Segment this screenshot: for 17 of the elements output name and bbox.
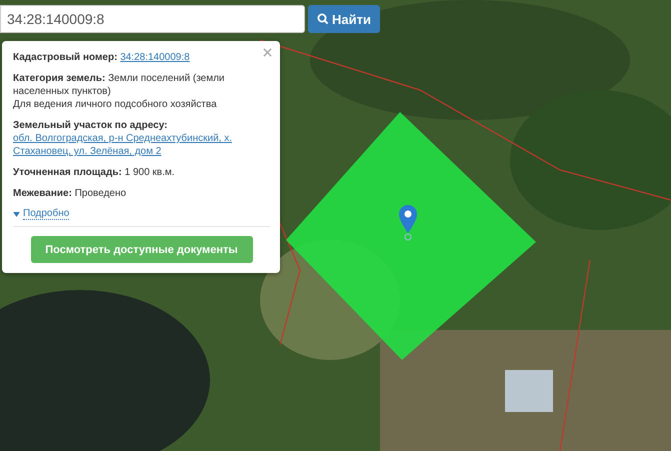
search-icon [317,13,329,25]
documents-button[interactable]: Посмотреть доступные документы [30,236,252,263]
info-line: Земельный участок по адресу: обл. Волгоградская, р-н Среднеахтубинский, х. Стахановец, ул. Зелёная, дом 2 [13,119,270,158]
close-icon[interactable] [263,48,272,57]
info-link[interactable]: обл. Волгоградская, р-н Среднеахтубинский, х. Стахановец, ул. Зелёная, дом 2 [13,132,270,158]
map-pin-icon[interactable] [398,205,418,241]
info-line: Кадастровый номер: 34:28:140009:8 [13,51,190,64]
info-line: Межевание: Проведено [13,187,126,200]
search-button[interactable]: Найти [308,5,380,33]
info-line: Уточненная площадь: 1 900 кв.м. [13,166,175,179]
search-field[interactable]: 34:28:140009:8 [0,5,305,33]
details-toggle[interactable]: Подробно [13,208,70,220]
land-parcel[interactable] [286,112,536,360]
info-note: Для ведения личного подсобного хозяйства [13,98,217,111]
triangle-icon [13,212,20,216]
info-link[interactable]: 34:28:140009:8 [120,52,190,63]
info-line: Категория земель: Земли поселений (земли населенных пунктов) [13,72,226,98]
